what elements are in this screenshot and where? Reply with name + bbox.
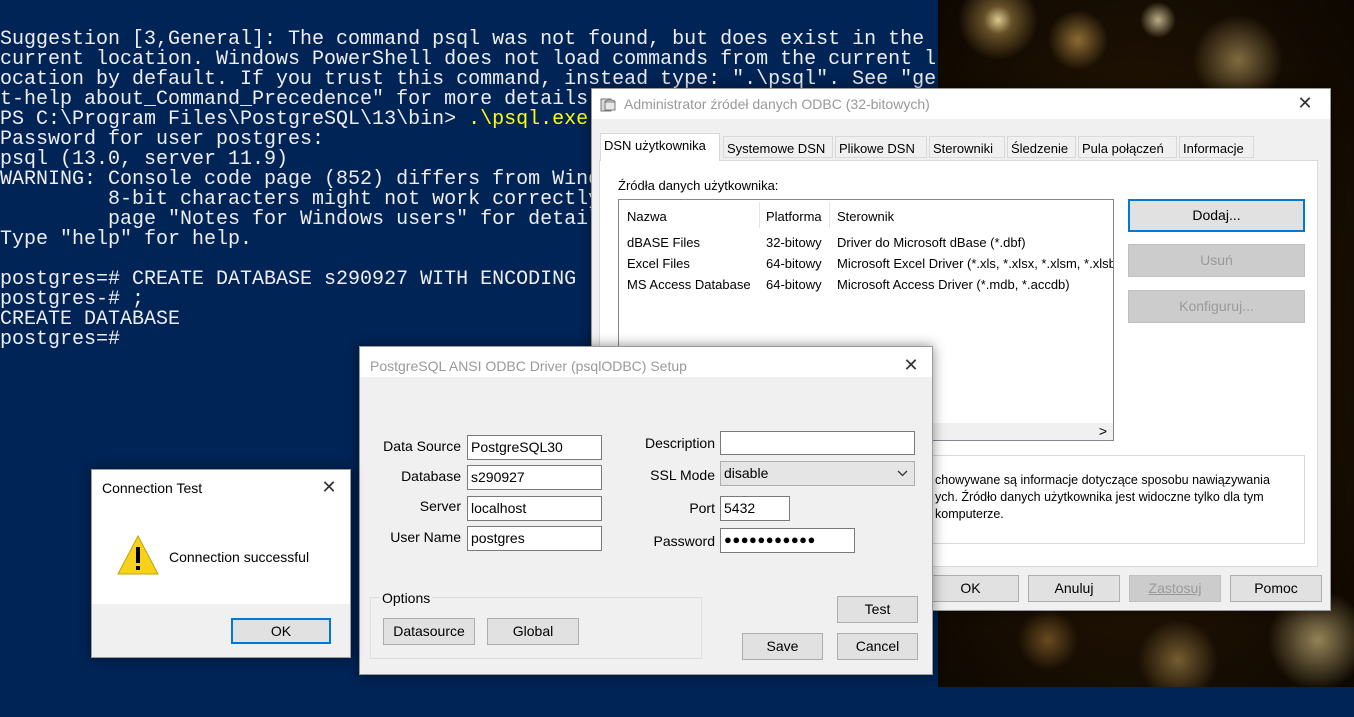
configure-button[interactable]: Konfiguruj... — [1128, 290, 1305, 323]
dsn-platform: 64-bitowy — [766, 256, 822, 271]
cancel-button[interactable]: Anuluj — [1028, 575, 1120, 602]
password-input[interactable]: ●●●●●●●●●●● — [720, 528, 855, 553]
chevron-down-icon — [897, 470, 908, 477]
user-dsn-label: Źródła danych użytkownika: — [618, 178, 779, 193]
server-input[interactable]: localhost — [467, 496, 602, 521]
chevron-right-icon[interactable]: > — [1099, 423, 1107, 440]
connection-test-title: Connection Test — [102, 480, 203, 496]
user-name-input[interactable]: postgres — [467, 526, 602, 551]
user-name-label: User Name — [390, 529, 461, 545]
ssl-mode-select[interactable]: disable — [720, 461, 915, 486]
description-input[interactable] — [720, 431, 915, 455]
info-box: chowywane są informacje dotyczące sposob… — [914, 455, 1305, 544]
test-button[interactable]: Test — [837, 596, 918, 623]
dsn-driver: Microsoft Excel Driver (*.xls, *.xlsx, *… — [837, 256, 1114, 271]
tab-tracing[interactable]: Śledzenie — [1007, 136, 1076, 158]
odbc-app-icon — [600, 98, 616, 112]
psql-title: PostgreSQL ANSI ODBC Driver (psqlODBC) S… — [370, 358, 687, 374]
close-icon[interactable]: ✕ — [900, 355, 922, 377]
port-label: Port — [689, 500, 715, 516]
warning-icon — [117, 534, 159, 575]
ssl-mode-value: disable — [724, 465, 769, 481]
odbc-title-bar[interactable]: Administrator źródeł danych ODBC (32-bit… — [592, 89, 1330, 119]
apply-button[interactable]: Zastosuj — [1129, 575, 1221, 602]
ok-button[interactable]: OK — [922, 575, 1019, 602]
description-label: Description — [644, 435, 715, 451]
tab-system-dsn[interactable]: Systemowe DSN — [723, 136, 833, 158]
dsn-driver: Driver do Microsoft dBase (*.dbf) — [837, 235, 1026, 250]
ssl-mode-label: SSL Mode — [650, 467, 715, 483]
column-header-driver[interactable]: Sterownik — [837, 209, 894, 224]
dsn-platform: 64-bitowy — [766, 277, 822, 292]
options-label: Options — [380, 590, 433, 606]
dsn-driver: Microsoft Access Driver (*.mdb, *.accdb) — [837, 277, 1070, 292]
terminal-line: Suggestion [3,General]: The command psql… — [0, 28, 925, 51]
connection-message: Connection successful — [169, 549, 310, 565]
data-source-input[interactable]: PostgreSQL30 — [467, 435, 602, 460]
column-header-name[interactable]: Nazwa — [627, 209, 667, 224]
psqlodbc-setup-window: PostgreSQL ANSI ODBC Driver (psqlODBC) S… — [359, 346, 933, 675]
terminal-command: .\psql.exe — [468, 108, 589, 131]
global-button[interactable]: Global — [487, 618, 579, 645]
tab-file-dsn[interactable]: Plikowe DSN — [835, 136, 927, 158]
port-input[interactable]: 5432 — [720, 496, 790, 521]
dsn-name: MS Access Database — [627, 277, 751, 292]
tab-drivers[interactable]: Sterowniki — [929, 136, 1005, 158]
tab-user-dsn[interactable]: DSN użytkownika — [600, 133, 720, 161]
dsn-platform: 32-bitowy — [766, 235, 822, 250]
server-label: Server — [419, 498, 461, 514]
database-input[interactable]: s290927 — [467, 465, 602, 490]
help-button[interactable]: Pomoc — [1230, 575, 1322, 602]
ok-button[interactable]: OK — [231, 618, 331, 644]
column-separator — [759, 202, 760, 228]
data-source-label: Data Source — [383, 438, 461, 454]
tab-about[interactable]: Informacje — [1179, 136, 1254, 158]
database-label: Database — [401, 468, 461, 484]
info-text: chowywane są informacje dotyczące sposob… — [935, 473, 1270, 521]
odbc-title: Administrator źródeł danych ODBC (32-bit… — [624, 96, 930, 112]
connection-test-dialog: Connection Test ✕ Connection successful … — [91, 469, 351, 658]
terminal-line: current location. Windows PowerShell doe… — [0, 48, 937, 71]
column-separator — [829, 202, 830, 228]
password-label: Password — [653, 533, 715, 549]
save-button[interactable]: Save — [742, 633, 823, 660]
dsn-name: dBASE Files — [627, 235, 700, 250]
close-icon[interactable]: ✕ — [318, 477, 340, 499]
add-button[interactable]: Dodaj... — [1128, 199, 1305, 232]
datasource-button[interactable]: Datasource — [383, 618, 475, 645]
dsn-name: Excel Files — [627, 256, 690, 271]
psql-title-bar[interactable]: PostgreSQL ANSI ODBC Driver (psqlODBC) S… — [360, 347, 932, 377]
remove-button[interactable]: Usuń — [1128, 244, 1305, 277]
tab-connection-pooling[interactable]: Pula połączeń — [1078, 136, 1177, 158]
terminal-line: ocation by default. If you trust this co… — [0, 68, 937, 91]
close-icon[interactable]: ✕ — [1294, 93, 1316, 115]
column-header-platform[interactable]: Platforma — [766, 209, 822, 224]
cancel-button[interactable]: Cancel — [837, 633, 918, 660]
